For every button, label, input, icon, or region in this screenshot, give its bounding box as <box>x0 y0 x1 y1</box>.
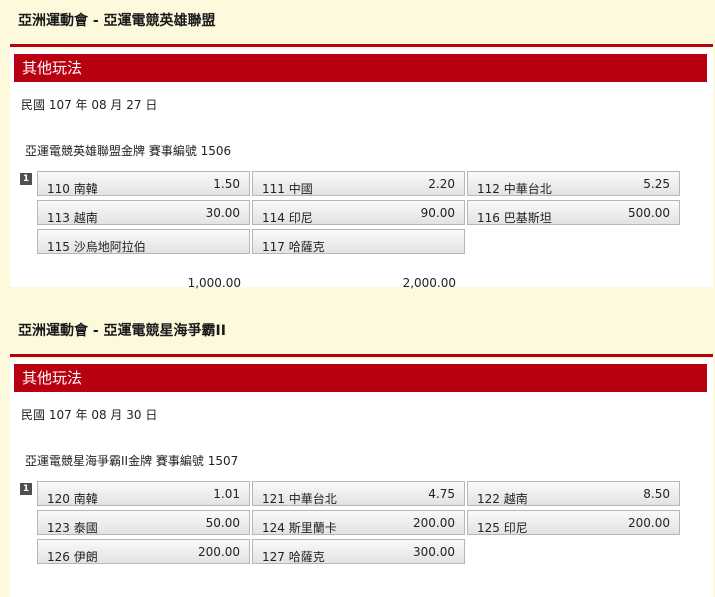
option-name: 113 越南 <box>47 211 98 225</box>
odds-option[interactable]: 115 沙烏地阿拉伯 <box>37 229 250 254</box>
event-title: 亞運電競星海爭霸II金牌 賽事編號 1507 <box>25 454 239 468</box>
option-name: 123 泰國 <box>47 521 98 535</box>
odds-option[interactable]: 112 中華台北 5.25 <box>467 171 680 196</box>
option-name: 110 南韓 <box>47 182 98 196</box>
market-type-bar[interactable]: 其他玩法 <box>14 364 707 392</box>
match-date: 民國 107 年 08 月 27 日 <box>21 98 158 112</box>
odds-option[interactable]: 121 中華台北 4.75 <box>252 481 465 506</box>
option-name: 121 中華台北 <box>262 492 337 506</box>
option-odds: 90.00 <box>420 206 455 220</box>
option-odds: 200.00 <box>198 545 240 559</box>
odds-option[interactable]: 125 印尼 200.00 <box>467 510 680 535</box>
option-name: 124 斯里蘭卡 <box>262 521 337 535</box>
market-panel: 其他玩法 民國 107 年 08 月 30 日 亞運電競星海爭霸II金牌 賽事編… <box>10 359 713 597</box>
odds-option[interactable]: 122 越南 8.50 <box>467 481 680 506</box>
section-title: 亞洲運動會 - 亞運電競星海爭霸II <box>18 323 226 339</box>
market-type-bar[interactable]: 其他玩法 <box>14 54 707 82</box>
section-divider <box>10 354 713 357</box>
odds-option[interactable]: 111 中國 2.20 <box>252 171 465 196</box>
option-odds: 1.01 <box>213 487 240 501</box>
option-name: 115 沙烏地阿拉伯 <box>47 240 146 254</box>
option-name: 120 南韓 <box>47 492 98 506</box>
section-divider <box>10 44 713 47</box>
option-odds: 4.75 <box>428 487 455 501</box>
odds-option[interactable]: 117 哈薩克 <box>252 229 465 254</box>
odds-option[interactable]: 124 斯里蘭卡 200.00 <box>252 510 465 535</box>
option-odds: 8.50 <box>643 487 670 501</box>
option-odds: 200.00 <box>413 516 455 530</box>
option-name: 126 伊朗 <box>47 550 98 564</box>
option-odds: 300.00 <box>413 545 455 559</box>
section-title: 亞洲運動會 - 亞運電競英雄聯盟 <box>18 13 216 29</box>
option-name: 116 巴基斯坦 <box>477 211 552 225</box>
odds-option[interactable]: 120 南韓 1.01 <box>37 481 250 506</box>
option-total: 2,000.00 <box>402 276 456 290</box>
option-name: 112 中華台北 <box>477 182 552 196</box>
odds-option[interactable]: 113 越南 30.00 <box>37 200 250 225</box>
odds-option[interactable]: 116 巴基斯坦 500.00 <box>467 200 680 225</box>
option-odds: 200.00 <box>628 516 670 530</box>
option-total: 1,000.00 <box>187 276 241 290</box>
bet-group-badge: 1 <box>20 483 32 495</box>
market-panel: 其他玩法 民國 107 年 08 月 27 日 亞運電競英雄聯盟金牌 賽事編號 … <box>10 49 713 290</box>
option-odds: 30.00 <box>205 206 240 220</box>
option-odds: 500.00 <box>628 206 670 220</box>
option-odds: 50.00 <box>205 516 240 530</box>
option-name: 111 中國 <box>262 182 313 196</box>
event-title: 亞運電競英雄聯盟金牌 賽事編號 1506 <box>25 144 232 158</box>
option-name: 122 越南 <box>477 492 528 506</box>
odds-option[interactable]: 123 泰國 50.00 <box>37 510 250 535</box>
option-name: 125 印尼 <box>477 521 528 535</box>
odds-option[interactable]: 114 印尼 90.00 <box>252 200 465 225</box>
odds-option[interactable]: 110 南韓 1.50 <box>37 171 250 196</box>
option-name: 117 哈薩克 <box>262 240 325 254</box>
option-name: 127 哈薩克 <box>262 550 325 564</box>
bet-group-badge: 1 <box>20 173 32 185</box>
odds-option[interactable]: 127 哈薩克 300.00 <box>252 539 465 564</box>
match-date: 民國 107 年 08 月 30 日 <box>21 408 158 422</box>
option-odds: 2.20 <box>428 177 455 191</box>
odds-option[interactable]: 126 伊朗 200.00 <box>37 539 250 564</box>
option-name: 114 印尼 <box>262 211 313 225</box>
option-odds: 1.50 <box>213 177 240 191</box>
option-odds: 5.25 <box>643 177 670 191</box>
